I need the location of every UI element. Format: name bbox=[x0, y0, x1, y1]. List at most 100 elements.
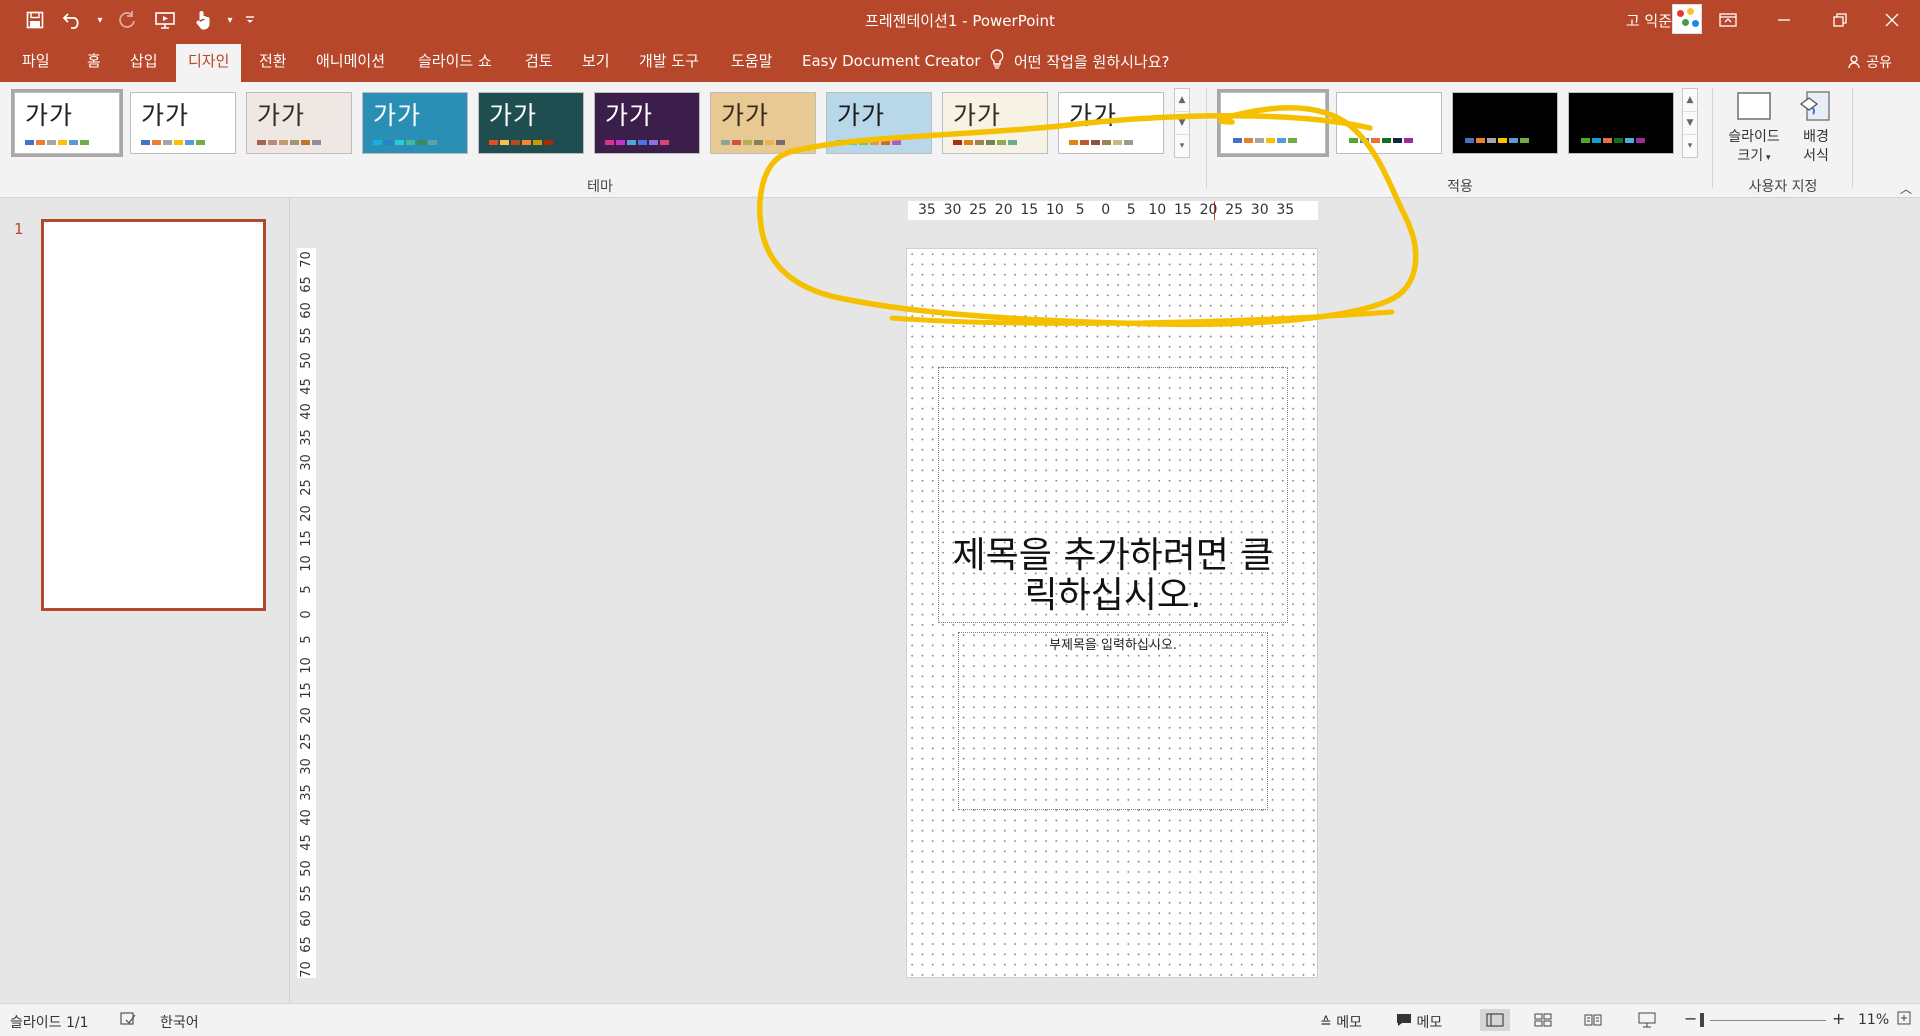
theme-thumbnail[interactable]: 가가 bbox=[130, 92, 236, 154]
reading-view-icon[interactable] bbox=[1578, 1009, 1608, 1031]
minimize-icon[interactable] bbox=[1760, 0, 1808, 40]
color-swatch bbox=[290, 140, 299, 145]
subtitle-placeholder[interactable]: 부제목을 입력하십시오. bbox=[958, 632, 1268, 810]
slide-thumbnails-pane: 1 bbox=[0, 198, 290, 1003]
tab-review[interactable]: 검토 bbox=[513, 48, 565, 82]
tab-developer[interactable]: 개발 도구 bbox=[627, 48, 711, 82]
tab-animations[interactable]: 애니메이션 bbox=[304, 48, 397, 82]
color-swatch bbox=[36, 140, 45, 145]
theme-thumbnail[interactable]: 가가 bbox=[362, 92, 468, 154]
zoom-slider-track[interactable] bbox=[1710, 1020, 1826, 1021]
slide-thumbnail[interactable] bbox=[41, 219, 266, 611]
user-name[interactable]: 고 익준 bbox=[1626, 10, 1672, 31]
close-icon[interactable] bbox=[1868, 0, 1916, 40]
ruler-tick-label: 35 bbox=[299, 783, 314, 801]
tab-view[interactable]: 보기 bbox=[570, 48, 622, 82]
ruler-tick-label: 5 bbox=[1075, 202, 1085, 218]
notes-button[interactable]: ≙ 메모 bbox=[1320, 1012, 1362, 1032]
theme-color-swatches bbox=[605, 140, 669, 145]
variant-color-swatches bbox=[1581, 138, 1645, 143]
format-background-label-2: 서식 bbox=[1803, 148, 1829, 164]
slide-number: 1 bbox=[14, 220, 24, 238]
color-swatch bbox=[1102, 140, 1111, 145]
zoom-out-icon[interactable]: − bbox=[1684, 1009, 1697, 1028]
theme-thumbnail[interactable]: 가가 bbox=[826, 92, 932, 154]
collapse-ribbon-icon[interactable]: ︿ bbox=[1900, 180, 1912, 197]
zoom-slider-thumb[interactable] bbox=[1700, 1013, 1704, 1027]
title-bar: ▾ ▾ 프레젠테이션1 - PowerPoint 고 익준 bbox=[0, 0, 1920, 40]
fit-slide-to-window-icon[interactable] bbox=[1896, 1010, 1912, 1030]
scroll-down-icon[interactable]: ▼ bbox=[1175, 112, 1189, 135]
tab-help[interactable]: 도움말 bbox=[719, 48, 784, 82]
comments-button[interactable]: 메모 bbox=[1396, 1012, 1442, 1032]
theme-thumbnail[interactable]: 가가 bbox=[942, 92, 1048, 154]
theme-thumbnail[interactable]: 가가 bbox=[594, 92, 700, 154]
color-swatch bbox=[544, 140, 553, 145]
variant-thumbnail[interactable] bbox=[1217, 89, 1329, 157]
ribbon-display-options-icon[interactable] bbox=[1704, 0, 1752, 40]
color-swatch bbox=[1080, 140, 1089, 145]
title-placeholder[interactable]: 제목을 추가하려면 클릭하십시오. bbox=[938, 367, 1288, 623]
variant-thumbnail[interactable] bbox=[1336, 92, 1442, 154]
zoom-level[interactable]: 11% bbox=[1858, 1012, 1889, 1028]
avatar[interactable] bbox=[1672, 4, 1702, 34]
color-swatch bbox=[627, 140, 636, 145]
theme-thumbnail[interactable]: 가가 bbox=[478, 92, 584, 154]
customize-group-label: 사용자 지정 bbox=[1748, 179, 1818, 195]
color-swatch bbox=[69, 140, 78, 145]
vertical-ruler[interactable]: 70 65 60 55 50 45 40 35 30 25 20 15 10 5 0 5 10 15 20 25 30 3… bbox=[297, 248, 316, 978]
tab-transitions[interactable]: 전환 bbox=[247, 48, 299, 82]
spellcheck-icon[interactable] bbox=[120, 1012, 136, 1030]
ruler-tick-label: 70 bbox=[299, 961, 314, 978]
slide-sorter-view-icon[interactable] bbox=[1528, 1009, 1558, 1031]
color-swatch bbox=[1288, 138, 1297, 143]
ruler-tick-label: 15 bbox=[1174, 202, 1192, 218]
color-swatch bbox=[257, 140, 266, 145]
share-button[interactable]: 공유 bbox=[1848, 52, 1892, 72]
color-swatch bbox=[384, 140, 393, 145]
tab-design[interactable]: 디자인 bbox=[176, 44, 242, 82]
horizontal-ruler[interactable]: 35 30 25 20 15 10 5 0 5 10 15 20 25 30 35 bbox=[908, 201, 1318, 220]
ruler-tick-label: 55 bbox=[299, 327, 314, 344]
theme-color-swatches bbox=[141, 140, 205, 145]
theme-thumbnail-label: 가가 bbox=[1069, 101, 1118, 130]
scroll-up-icon[interactable]: ▲ bbox=[1683, 89, 1697, 112]
slide-size-button[interactable]: 슬라이드 크기 ▾ bbox=[1724, 90, 1784, 168]
tab-slideshow[interactable]: 슬라이드 쇼 bbox=[406, 48, 504, 82]
more-themes-icon[interactable]: ▾ bbox=[1175, 135, 1189, 158]
zoom-in-icon[interactable]: + bbox=[1832, 1009, 1845, 1028]
tell-me-search[interactable]: 어떤 작업을 원하시나요? bbox=[990, 48, 1170, 74]
tab-home[interactable]: 홈 bbox=[75, 48, 113, 82]
lightbulb-icon bbox=[990, 49, 1004, 73]
color-swatch bbox=[1277, 138, 1286, 143]
theme-gallery-scroll[interactable]: ▲ ▼ ▾ bbox=[1174, 88, 1190, 158]
format-background-button[interactable]: 배경 서식 bbox=[1786, 90, 1846, 166]
scroll-down-icon[interactable]: ▼ bbox=[1683, 112, 1697, 135]
more-variants-icon[interactable]: ▾ bbox=[1683, 135, 1697, 158]
ruler-tick-label: 40 bbox=[299, 809, 314, 826]
variant-color-swatches bbox=[1233, 138, 1297, 143]
theme-thumbnail[interactable]: 가가 bbox=[710, 92, 816, 154]
variant-thumbnail[interactable] bbox=[1568, 92, 1674, 154]
slide-size-label-2: 크기 bbox=[1737, 148, 1764, 164]
variant-thumbnail[interactable] bbox=[1452, 92, 1558, 154]
color-swatch bbox=[1091, 140, 1100, 145]
theme-color-swatches bbox=[25, 140, 89, 145]
slide-counter[interactable]: 슬라이드 1/1 bbox=[10, 1012, 89, 1032]
theme-thumbnail-label: 가가 bbox=[257, 101, 306, 130]
scroll-up-icon[interactable]: ▲ bbox=[1175, 89, 1189, 112]
normal-view-icon[interactable] bbox=[1480, 1009, 1510, 1031]
ruler-tick-label: 40 bbox=[299, 403, 314, 420]
tab-file[interactable]: 파일 bbox=[10, 48, 62, 82]
restore-icon[interactable] bbox=[1816, 0, 1864, 40]
variant-gallery-scroll[interactable]: ▲ ▼ ▾ bbox=[1682, 88, 1698, 158]
language-indicator[interactable]: 한국어 bbox=[160, 1012, 199, 1032]
slideshow-view-icon[interactable] bbox=[1632, 1009, 1662, 1031]
tab-insert[interactable]: 삽입 bbox=[118, 48, 170, 82]
tab-easy-document-creator[interactable]: Easy Document Creator bbox=[790, 48, 993, 82]
slide-canvas[interactable]: 제목을 추가하려면 클릭하십시오. 부제목을 입력하십시오. bbox=[906, 248, 1318, 978]
theme-thumbnail[interactable]: 가가 bbox=[11, 89, 123, 157]
theme-thumbnail[interactable]: 가가 bbox=[1058, 92, 1164, 154]
theme-thumbnail[interactable]: 가가 bbox=[246, 92, 352, 154]
subtitle-placeholder-text: 부제목을 입력하십시오. bbox=[1049, 638, 1177, 653]
